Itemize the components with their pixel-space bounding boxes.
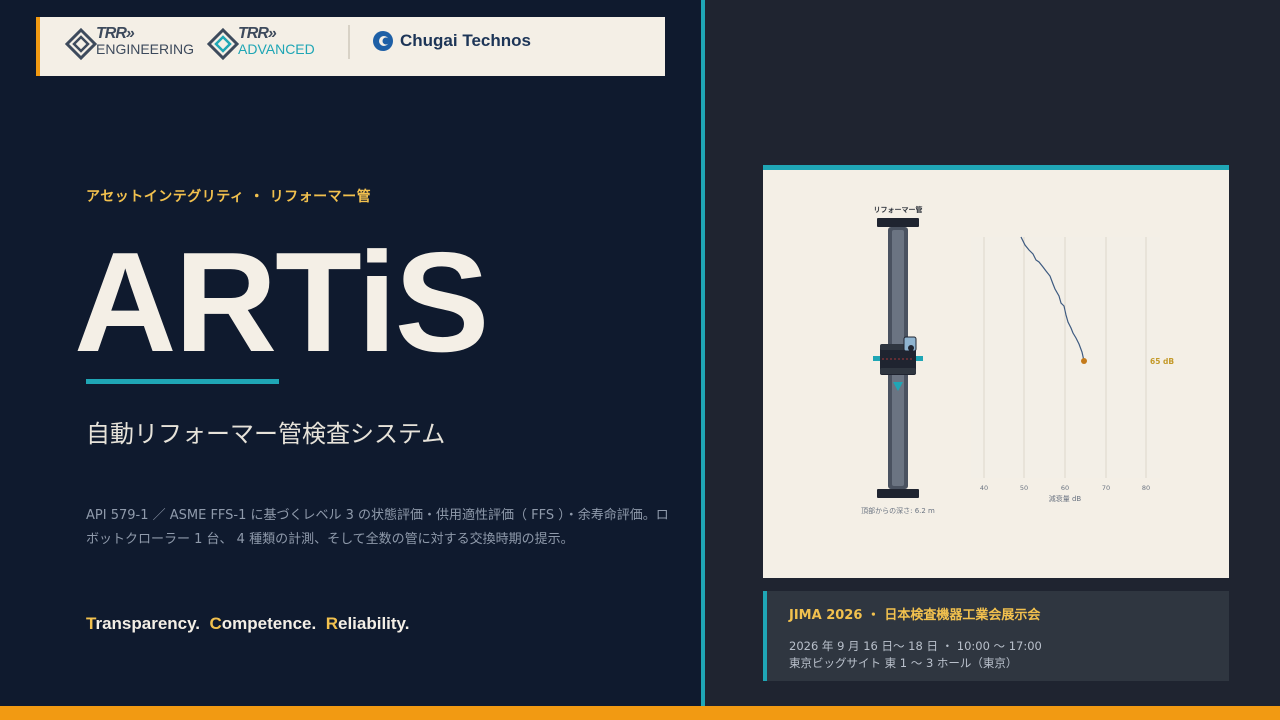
product-title: ARTiS xyxy=(74,223,489,382)
event-venue: 東京ビッグサイト 東 1 〜 3 ホール（東京） xyxy=(789,656,1018,670)
x-tick-labels: 40 50 60 70 80 xyxy=(980,484,1150,492)
tube-top-flange xyxy=(877,218,919,227)
depth-label: 頂部からの深さ: 6.2 m xyxy=(861,506,935,515)
product-subtitle: 自動リフォーマー管検査システム xyxy=(86,420,446,448)
tagline-word: Transparency. xyxy=(86,614,201,633)
inspection-diagram-card: リフォーマー管 頂部からの深さ: 6.2 m 65 dB 40 50 60 70… xyxy=(763,165,1229,578)
chugai-circle-icon xyxy=(373,31,393,51)
event-title: JIMA 2026 ・ 日本検査機器工業会展示会 xyxy=(789,608,1041,623)
tube-label: リフォーマー管 xyxy=(874,205,923,214)
robot-crawler xyxy=(873,336,923,391)
logo-separator xyxy=(348,25,350,59)
advanced-label: ADVANCED xyxy=(238,41,315,57)
event-date: 2026 年 9 月 16 日〜 18 日 ・ 10:00 〜 17:00 xyxy=(789,639,1042,653)
x-tick: 70 xyxy=(1102,484,1110,492)
chugai-wordmark: Chugai Technos xyxy=(400,31,531,50)
title-underline xyxy=(86,379,279,384)
tagline-word: Reliability. xyxy=(325,614,410,633)
x-tick: 50 xyxy=(1020,484,1028,492)
bottom-accent-bar xyxy=(0,706,1280,720)
x-axis-label: 減衰量 dB xyxy=(1049,494,1082,503)
event-info-card: JIMA 2026 ・ 日本検査機器工業会展示会 2026 年 9 月 16 日… xyxy=(763,591,1229,681)
trr-diamond-icon xyxy=(64,27,98,61)
reformer-tube-diagram: リフォーマー管 頂部からの深さ: 6.2 m 65 dB 40 50 60 70… xyxy=(861,205,1174,515)
eyebrow-label: アセットインテグリティ ・ リフォーマー管 xyxy=(86,189,372,205)
x-tick: 40 xyxy=(980,484,988,492)
partner-logo-bar: TRR» ENGINEERING TRR» ADVANCED Chugai Te… xyxy=(36,17,665,76)
tagline: Transparency. Competence. Reliability. xyxy=(86,614,409,634)
tagline-word: Competence. xyxy=(209,614,317,633)
engineering-label: ENGINEERING xyxy=(96,41,195,57)
trr-diamond-icon xyxy=(206,27,240,61)
x-tick: 60 xyxy=(1061,484,1069,492)
readout-label: 65 dB xyxy=(1150,357,1174,366)
tube-bottom-flange xyxy=(877,489,919,498)
x-tick: 80 xyxy=(1142,484,1150,492)
current-reading-marker xyxy=(1081,358,1087,364)
product-description: API 579-1 ／ ASME FFS-1 に基づくレベル 3 の状態評価・供… xyxy=(86,508,669,547)
attenuation-plot: 65 dB 40 50 60 70 80 減衰量 dB xyxy=(971,236,1174,503)
